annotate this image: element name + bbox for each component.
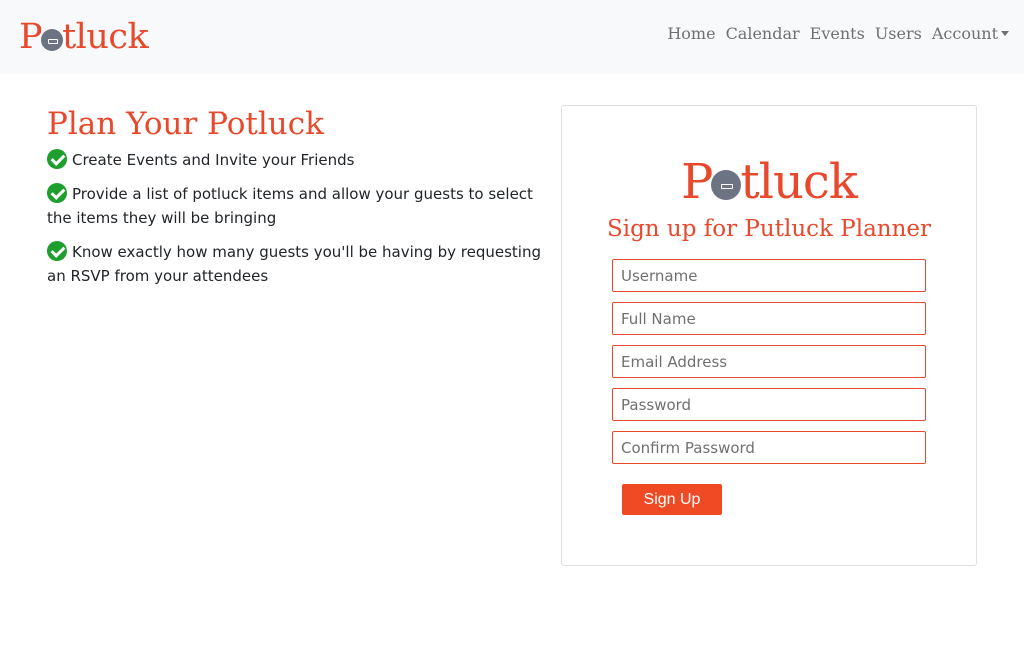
feature-item: Know exactly how many guests you'll be h… [47,240,547,288]
nav-calendar-link[interactable]: Calendar [726,24,800,43]
brand-logo-prefix: P [19,17,43,57]
nav-links: Home Calendar Events Users Account [657,24,1009,43]
feature-item: Create Events and Invite your Friends [47,148,547,172]
pot-icon [41,28,64,51]
signup-title: Sign up for Putluck Planner [606,216,932,242]
brand-logo-link[interactable]: Ptluck [19,15,149,59]
check-circle-icon [47,241,67,261]
feature-text: Provide a list of potluck items and allo… [47,185,533,227]
nav-users-link[interactable]: Users [875,24,922,43]
feature-item: Provide a list of potluck items and allo… [47,182,547,230]
username-input[interactable] [612,259,926,292]
caret-down-icon [1001,31,1009,36]
intro-heading: Plan Your Potluck [47,106,324,142]
sign-up-button[interactable]: Sign Up [622,484,722,515]
navbar: Ptluck Home Calendar Events Users Accoun… [0,0,1024,74]
nav-events-link[interactable]: Events [810,24,865,43]
intro-section: Plan Your Potluck Create Events and Invi… [47,104,547,298]
feature-text: Create Events and Invite your Friends [72,151,355,169]
email-input[interactable] [612,345,926,378]
feature-list: Create Events and Invite your Friends Pr… [47,148,547,288]
full-name-input[interactable] [612,302,926,335]
pot-icon [711,170,742,200]
nav-account-dropdown[interactable]: Account [932,24,1009,43]
brand-logo-suffix: tluck [62,17,149,57]
check-circle-icon [47,183,67,203]
feature-text: Know exactly how many guests you'll be h… [47,243,541,285]
confirm-password-input[interactable] [612,431,926,464]
signup-logo-suffix: tluck [740,154,858,210]
nav-home-link[interactable]: Home [667,24,715,43]
signup-logo: Ptluck [562,156,976,208]
signup-logo-prefix: P [681,154,713,210]
check-circle-icon [47,149,67,169]
nav-account-label: Account [931,24,998,43]
password-input[interactable] [612,388,926,421]
signup-card: Ptluck Sign up for Putluck Planner Sign … [561,105,977,566]
